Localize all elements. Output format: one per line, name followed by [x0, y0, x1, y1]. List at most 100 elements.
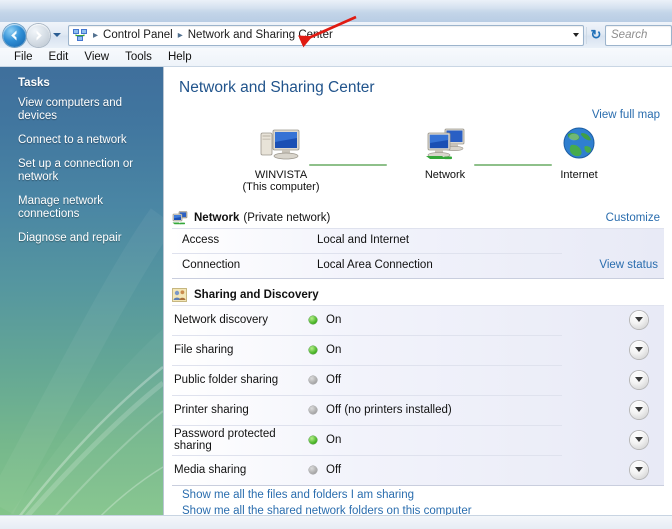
map-node-computer[interactable]: WINVISTA (This computer) — [226, 125, 336, 193]
map-node-label: Internet — [560, 169, 598, 181]
network-name: Network — [194, 212, 240, 224]
breadcrumb-separator: ▸ — [93, 29, 99, 41]
customize-link[interactable]: Customize — [606, 212, 664, 224]
map-node-sublabel: (This computer) — [242, 181, 320, 193]
view-status-link[interactable]: View status — [599, 259, 664, 271]
row-label: Password protected sharing — [174, 428, 276, 452]
chevron-down-icon — [635, 377, 643, 382]
expand-button[interactable] — [630, 371, 648, 389]
breadcrumb-current[interactable]: Network and Sharing Center — [186, 27, 335, 44]
row-state: On — [326, 434, 342, 446]
expand-button[interactable] — [630, 431, 648, 449]
chevron-down-icon — [572, 33, 579, 37]
row-state: Off (no printers installed) — [326, 404, 452, 416]
network-icon — [426, 128, 465, 160]
expand-button[interactable] — [630, 311, 648, 329]
status-indicator-on — [309, 316, 317, 324]
menu-tools[interactable]: Tools — [117, 48, 160, 66]
refresh-icon: ↻ — [590, 27, 602, 42]
forward-arrow-icon — [36, 30, 42, 40]
row-state: Off — [326, 374, 342, 386]
row-divider — [172, 485, 664, 486]
map-node-label: Network — [424, 169, 466, 181]
sharing-section-header: Sharing and Discovery — [172, 285, 664, 305]
table-row: Media sharing Off — [164, 455, 656, 485]
menu-file[interactable]: File — [6, 48, 41, 66]
table-row: Password protected sharing On — [164, 425, 656, 455]
sidebar-links: View computers and devices Connect to a … — [18, 97, 160, 256]
table-row: Printer sharing Off (no printers install… — [164, 395, 656, 425]
row-state: On — [326, 344, 342, 356]
network-icon — [172, 210, 189, 226]
network-section-header: Network (Private network) Customize — [172, 208, 664, 228]
search-placeholder: Search — [611, 29, 648, 41]
back-arrow-icon — [11, 30, 17, 40]
address-bar: ▸ Control Panel ▸ Network and Sharing Ce… — [0, 22, 672, 49]
row-label: Printer sharing — [174, 404, 249, 416]
page-title: Network and Sharing Center — [179, 79, 375, 96]
table-row: Network discovery On — [164, 305, 656, 335]
network-icon — [72, 28, 88, 42]
status-indicator-off — [309, 466, 317, 474]
sharing-people-icon — [172, 288, 187, 302]
window-title-bar — [0, 0, 672, 23]
connection-value: Local Area Connection — [317, 259, 433, 271]
row-divider — [172, 228, 664, 229]
history-dropdown-button[interactable] — [50, 25, 64, 45]
search-input[interactable]: Search — [605, 24, 672, 46]
computer-icon — [260, 129, 300, 160]
table-row: Connection Local Area Connection View st… — [172, 253, 664, 277]
tasks-sidebar: Tasks View computers and devices Connect… — [0, 67, 163, 529]
menu-help[interactable]: Help — [160, 48, 200, 66]
forward-button[interactable] — [27, 23, 50, 47]
map-node-network[interactable]: Network — [390, 125, 500, 181]
table-row: Public folder sharing Off — [164, 365, 656, 395]
refresh-button[interactable]: ↻ — [586, 26, 605, 44]
menu-bar: File Edit View Tools Help — [0, 48, 672, 67]
map-node-label: WINVISTA — [254, 169, 308, 181]
menu-edit[interactable]: Edit — [41, 48, 77, 66]
back-button[interactable] — [3, 23, 26, 47]
sidebar-item-diagnose-repair[interactable]: Diagnose and repair — [18, 232, 160, 245]
breadcrumb-bar[interactable]: ▸ Control Panel ▸ Network and Sharing Ce… — [68, 24, 584, 46]
chevron-down-icon — [635, 347, 643, 352]
show-shared-files-link[interactable]: Show me all the files and folders I am s… — [172, 487, 664, 503]
globe-icon — [563, 127, 595, 159]
sidebar-item-connect-to-network[interactable]: Connect to a network — [18, 134, 160, 147]
chevron-down-icon — [635, 317, 643, 322]
table-row: Access Local and Internet — [172, 228, 664, 252]
sidebar-heading: Tasks — [18, 77, 50, 89]
navigation-buttons — [3, 23, 64, 47]
status-bar — [0, 515, 672, 529]
chevron-down-icon — [635, 407, 643, 412]
sharing-section-title: Sharing and Discovery — [194, 289, 319, 301]
row-state: Off — [326, 464, 342, 476]
sidebar-item-manage-connections[interactable]: Manage network connections — [18, 195, 160, 221]
access-label: Access — [182, 234, 220, 246]
expand-button[interactable] — [630, 461, 648, 479]
status-indicator-off — [309, 376, 317, 384]
connection-label: Connection — [182, 259, 241, 271]
row-divider — [172, 278, 664, 279]
chevron-down-icon — [53, 33, 61, 37]
row-divider — [172, 253, 562, 254]
map-link-computer-network — [309, 164, 387, 166]
network-map: WINVISTA (This computer) Network Interne… — [164, 125, 672, 195]
sidebar-item-view-computers[interactable]: View computers and devices — [18, 97, 160, 123]
expand-button[interactable] — [630, 341, 648, 359]
status-indicator-on — [309, 436, 317, 444]
content-area: Tasks View computers and devices Connect… — [0, 67, 672, 529]
address-dropdown-button[interactable] — [568, 27, 583, 44]
menu-view[interactable]: View — [76, 48, 117, 66]
expand-button[interactable] — [630, 401, 648, 419]
breadcrumb-control-panel[interactable]: Control Panel — [101, 27, 175, 44]
row-label: Media sharing — [174, 464, 247, 476]
status-indicator-off — [309, 406, 317, 414]
chevron-down-icon — [635, 437, 643, 442]
sidebar-item-set-up-connection[interactable]: Set up a connection or network — [18, 158, 160, 184]
row-label: Public folder sharing — [174, 374, 279, 386]
view-full-map-link[interactable]: View full map — [592, 109, 660, 121]
main-pane: Network and Sharing Center View full map — [164, 67, 672, 529]
row-label: File sharing — [174, 344, 234, 356]
map-node-internet[interactable]: Internet — [524, 125, 634, 181]
